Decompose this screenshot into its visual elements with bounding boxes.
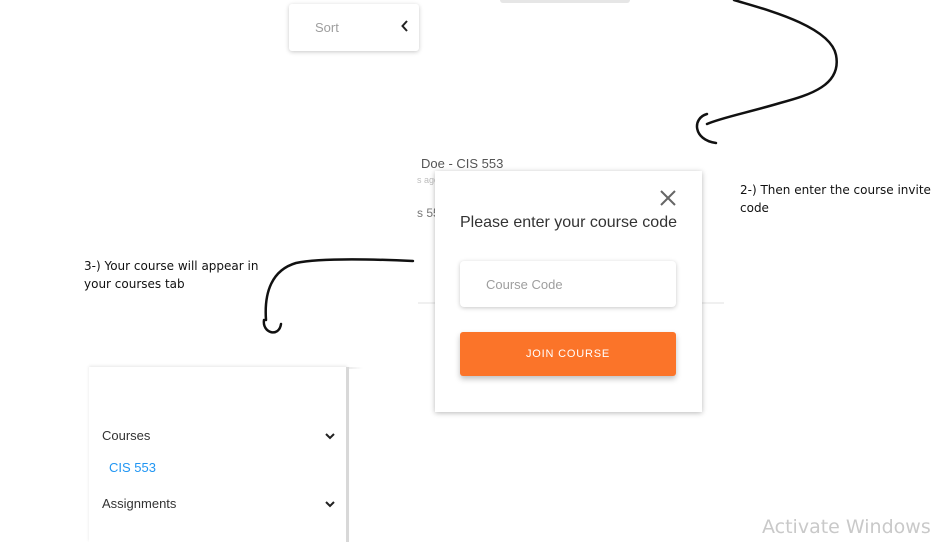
chevron-down-icon[interactable] <box>324 499 336 509</box>
sidebar-item-cis-553[interactable]: CIS 553 <box>109 460 156 475</box>
join-course-dialog: Please enter your course code JOIN COURS… <box>435 171 702 412</box>
arrow-to-sidebar-head <box>262 318 283 334</box>
arrow-to-dialog-head <box>695 112 718 145</box>
arrow-to-sidebar <box>264 258 415 322</box>
activate-windows-watermark: Activate Windows <box>762 516 931 538</box>
dialog-title: Please enter your course code <box>459 214 677 231</box>
sidebar-shadow <box>349 367 363 369</box>
sidebar-item-assignments[interactable]: Assignments <box>102 496 176 511</box>
arrow-to-dialog <box>705 0 838 126</box>
post-author: Doe - CIS 553 <box>421 156 504 171</box>
sidebar: Courses CIS 553 Assignments <box>89 367 347 542</box>
join-course-button[interactable]: JOIN COURSE <box>460 332 676 376</box>
course-code-input[interactable] <box>460 261 676 307</box>
chevron-down-icon[interactable] <box>324 431 336 441</box>
sidebar-border <box>346 367 349 542</box>
close-icon[interactable] <box>658 188 678 208</box>
annotation-step-3: 3-) Your course will appear in your cour… <box>84 259 259 291</box>
annotation-step-2: 2-) Then enter the course invite code <box>740 183 931 215</box>
sidebar-item-courses[interactable]: Courses <box>102 428 150 443</box>
